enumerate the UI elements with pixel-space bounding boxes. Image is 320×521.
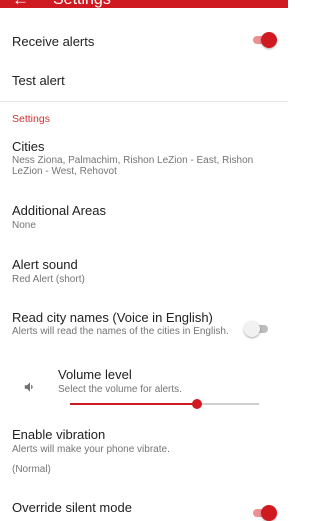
test-alert-title: Test alert	[12, 73, 65, 88]
read-city-names-summary: Alerts will read the names of the cities…	[12, 326, 229, 337]
receive-alerts-switch[interactable]	[251, 32, 277, 48]
switch-thumb	[261, 32, 277, 48]
receive-alerts-title: Receive alerts	[12, 34, 95, 49]
cities-title: Cities	[12, 139, 45, 154]
alert-sound-summary: Red Alert (short)	[12, 274, 85, 285]
switch-thumb	[244, 321, 260, 337]
vibration-title: Enable vibration	[12, 427, 106, 442]
page-title: Settings	[53, 0, 111, 8]
switch-thumb	[261, 505, 277, 521]
volume-level-title: Volume level	[58, 367, 132, 382]
vibration-summary: Alerts will make your phone vibrate.	[12, 444, 170, 455]
category-settings: Settings	[12, 113, 50, 125]
read-city-names-switch[interactable]	[244, 321, 270, 337]
slider-thumb[interactable]	[191, 399, 202, 409]
override-silent-title: Override silent mode	[12, 500, 132, 515]
volume-slider[interactable]	[70, 398, 259, 410]
slider-fill	[70, 403, 197, 405]
divider	[0, 101, 288, 102]
back-arrow-icon[interactable]: ←	[12, 0, 29, 8]
volume-level-summary: Select the volume for alerts.	[58, 384, 182, 395]
volume-icon	[24, 382, 33, 392]
additional-areas-title: Additional Areas	[12, 203, 106, 218]
override-silent-switch[interactable]	[251, 505, 277, 521]
app-bar: ← Settings	[0, 0, 288, 8]
cities-summary: Ness Ziona, Palmachim, Rishon LeZion - E…	[12, 155, 254, 177]
vibration-mode: (Normal)	[12, 464, 51, 475]
read-city-names-title: Read city names (Voice in English)	[12, 310, 213, 325]
additional-areas-summary: None	[12, 220, 36, 231]
alert-sound-title: Alert sound	[12, 257, 78, 272]
